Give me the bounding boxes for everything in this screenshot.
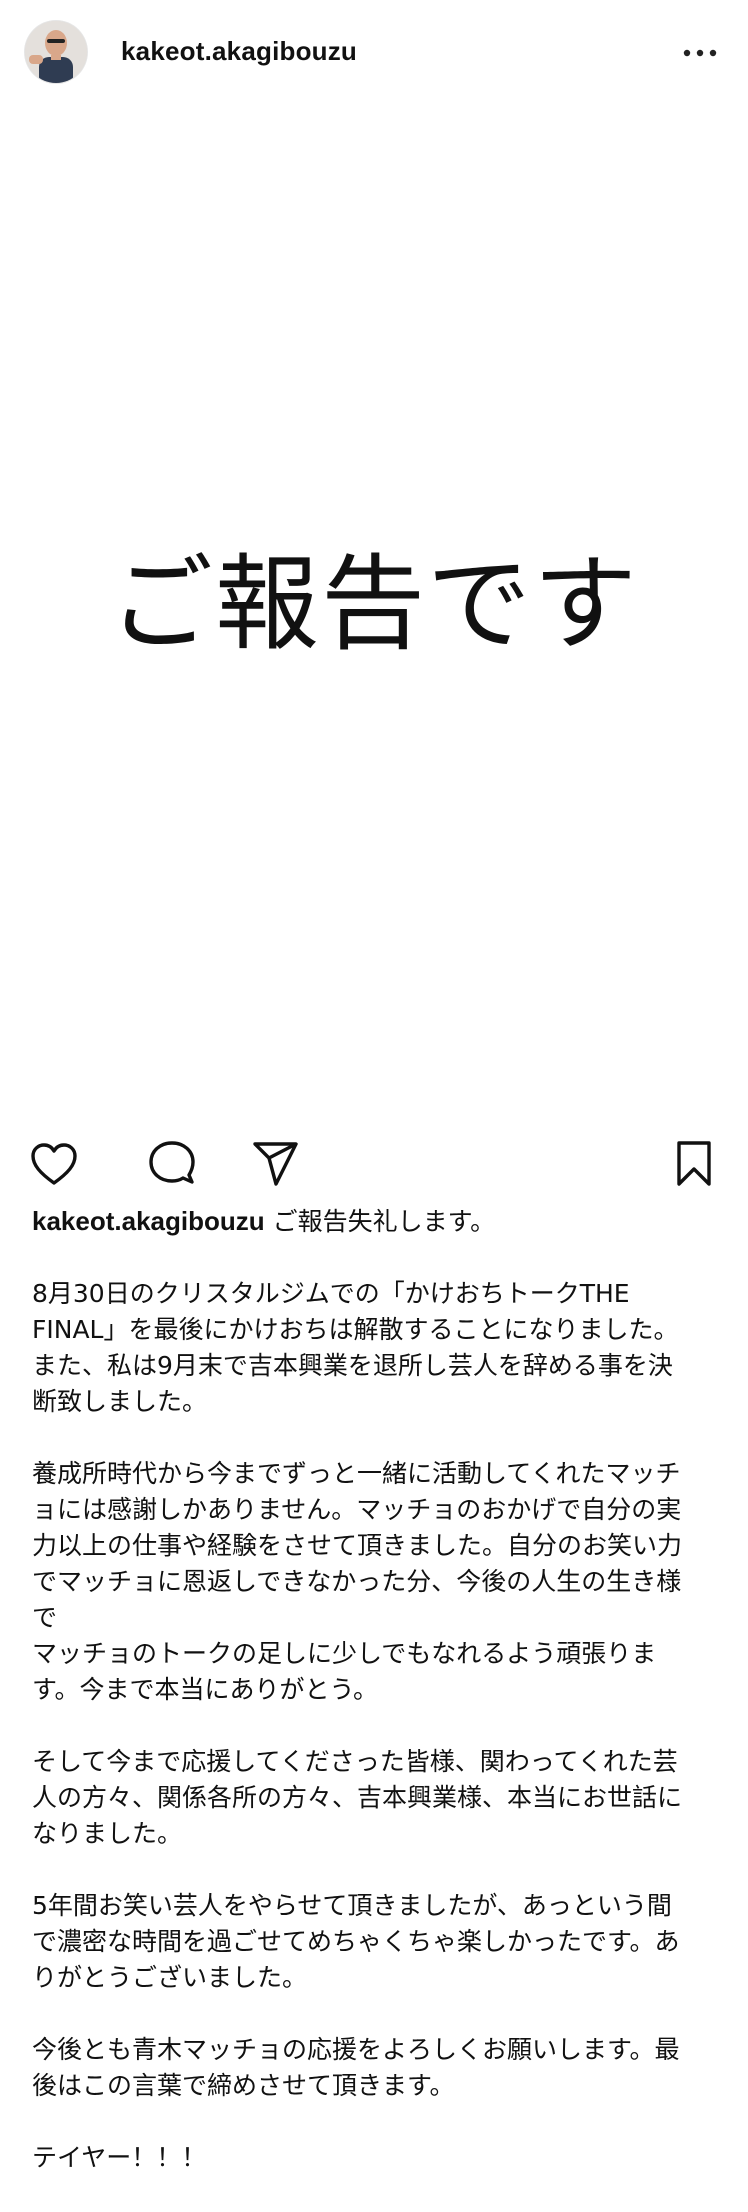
comment-icon: [149, 1141, 195, 1184]
avatar[interactable]: [25, 21, 87, 83]
caption-paragraph: 今後とも青木マッチョの応援をよろしくお願いします。最 後はこの言葉で締めさせて頂…: [32, 2035, 680, 2100]
post-image[interactable]: ご報告です: [0, 104, 748, 1126]
send-icon: [253, 1142, 298, 1186]
post-image-text: ご報告です: [108, 543, 639, 665]
more-options-button[interactable]: [680, 36, 720, 70]
post-header: kakeot.akagibouzu: [0, 0, 748, 104]
caption-intro-text: ご報告失礼します。: [264, 1207, 496, 1236]
caption-paragraph: 8月30日のクリスタルジムでの「かけおちトークTHE FINAL」を最後にかけお…: [32, 1279, 679, 1416]
save-button[interactable]: [668, 1138, 720, 1190]
caption-paragraph: 養成所時代から今までずっと一緒に活動してくれたマッチ ョには感謝しかありません。…: [32, 1459, 683, 1704]
username-link[interactable]: kakeot.akagibouzu: [121, 34, 357, 68]
heart-icon: [31, 1143, 77, 1185]
caption-paragraph: テイヤー！！！: [32, 2143, 207, 2172]
caption-first-line: kakeot.akagibouzu ご報告失礼します。: [32, 1203, 722, 1240]
caption-paragraph: そして今まで応援してくださった皆様、関わってくれた芸 人の方々、関係各所の方々、…: [32, 1747, 683, 1848]
action-bar: [0, 1138, 748, 1198]
share-button[interactable]: [250, 1138, 302, 1190]
comment-button[interactable]: [146, 1138, 198, 1190]
post-caption: kakeot.akagibouzu ご報告失礼します。 8月30日のクリスタルジ…: [32, 1203, 722, 2212]
caption-username-link[interactable]: kakeot.akagibouzu: [32, 1206, 265, 1236]
more-horizontal-icon: [683, 49, 717, 57]
profile-photo-icon: [25, 21, 87, 83]
caption-paragraph: 5年間お笑い芸人をやらせて頂きましたが、あっという間 で濃密な時間を過ごせてめち…: [32, 1891, 680, 1992]
bookmark-icon: [677, 1141, 711, 1186]
like-button[interactable]: [28, 1138, 80, 1190]
